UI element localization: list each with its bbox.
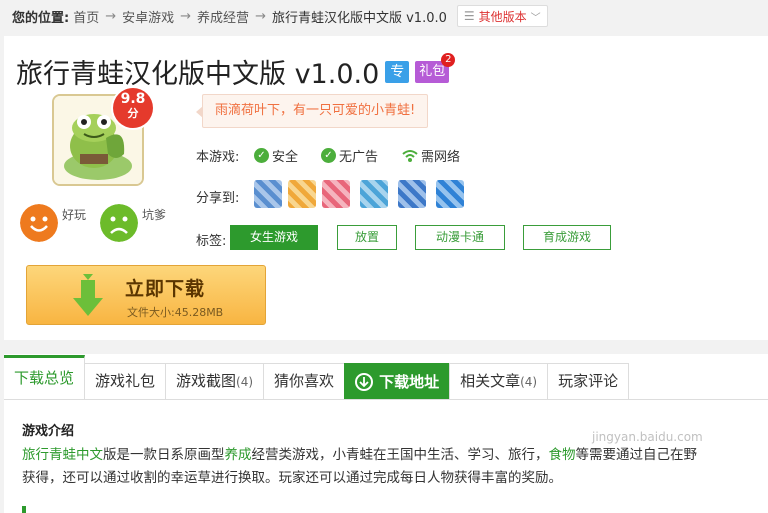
tab-recommend[interactable]: 猜你喜欢: [263, 363, 346, 399]
link-game-name[interactable]: 旅行青蛙中文: [22, 447, 103, 463]
breadcrumb-android-games[interactable]: 安卓游戏: [122, 7, 174, 26]
other-versions-button[interactable]: ☰ 其他版本 ﹀: [456, 5, 548, 27]
app-info-card: 旅行青蛙汉化版中文版 v1.0.0 专 礼包 2 9.8 分 好玩 坑爹 雨滴荷…: [4, 36, 768, 340]
feature-no-ads: ✓ 无广告: [321, 146, 378, 165]
check-icon: ✓: [321, 148, 336, 163]
share-label: 分享到:: [196, 191, 240, 206]
vote-bad[interactable]: 坑爹: [100, 204, 166, 242]
tab-screenshots-count: (4): [236, 375, 254, 389]
share-tencent-icon[interactable]: [360, 180, 388, 208]
tab-overview[interactable]: 下载总览: [4, 355, 86, 399]
intro-text-c: 等需要通过自己在野: [575, 447, 698, 463]
menu-icon: ☰: [463, 9, 475, 23]
vote-good[interactable]: 好玩: [20, 204, 86, 242]
link-raising[interactable]: 养成: [225, 447, 252, 463]
tab-recommend-label: 猜你喜欢: [274, 372, 335, 390]
vote-good-label: 好玩: [62, 208, 87, 222]
score-value: 9.8: [120, 91, 146, 107]
intro-text: 旅行青蛙中文版是一款日系原画型养成经营类游戏，小青蛙在王国中生活、学习、旅行，食…: [22, 444, 768, 490]
breadcrumb-arrow: →: [255, 8, 266, 24]
share-qzone-icon[interactable]: [254, 180, 282, 208]
score-badge: 9.8 分: [113, 88, 153, 128]
app-title-row: 旅行青蛙汉化版中文版 v1.0.0 专 礼包 2: [16, 52, 456, 91]
tab-related-articles[interactable]: 相关文章(4): [449, 363, 549, 399]
feature-network-label: 需网络: [421, 150, 461, 165]
exclusive-badge[interactable]: 专: [385, 60, 410, 83]
other-versions-label: 其他版本: [478, 9, 527, 24]
breadcrumb-arrow: →: [180, 8, 192, 24]
vote-bad-label: 坑爹: [142, 208, 167, 222]
download-button[interactable]: 立即下载 文件大小:45.28MB: [26, 265, 266, 325]
intro-text-b: 经营类游戏，小青蛙在王国中生活、学习、旅行，: [251, 447, 549, 463]
tag-idle[interactable]: 放置: [337, 225, 397, 250]
tab-comments-label: 玩家评论: [558, 372, 619, 390]
tag-girls-games[interactable]: 女生游戏: [230, 225, 318, 250]
intro-line-1: 旅行青蛙中文版是一款日系原画型养成经营类游戏，小青蛙在王国中生活、学习、旅行，食…: [22, 444, 768, 467]
breadcrumb: 您的位置: 首页 → 安卓游戏 → 养成经营 → 旅行青蛙汉化版中文版 v1.0…: [0, 0, 768, 32]
intro-line-2: 获得，还可以通过收割的幸运草进行换取。玩家还可以通过完成每日人物获得丰富的奖励。: [22, 470, 562, 486]
score-unit: 分: [127, 107, 139, 120]
feature-network: 需网络: [402, 146, 460, 165]
download-arrow-icon: [73, 274, 103, 316]
feature-safe: ✓ 安全: [254, 146, 298, 165]
breadcrumb-arrow: →: [105, 8, 117, 24]
section-marker: [22, 506, 26, 513]
gift-badge[interactable]: 礼包 2: [415, 52, 456, 83]
download-label: 立即下载: [125, 278, 206, 300]
wifi-icon: [402, 149, 418, 162]
tag-raising[interactable]: 育成游戏: [523, 225, 611, 250]
file-size: 文件大小:45.28MB: [127, 306, 224, 319]
tab-gifts-label: 游戏礼包: [95, 372, 156, 390]
share-more-icon[interactable]: [436, 180, 464, 208]
tab-bar: 下载总览 游戏礼包 游戏截图(4) 猜你喜欢 下载地址 相关文章(4) 玩家评论: [4, 354, 768, 400]
breadcrumb-home[interactable]: 首页: [73, 7, 99, 26]
share-renren-icon[interactable]: [398, 180, 426, 208]
tab-related-label: 相关文章: [460, 372, 521, 390]
tab-gifts[interactable]: 游戏礼包: [84, 363, 167, 399]
sad-face-icon: [100, 204, 138, 242]
page-title: 旅行青蛙汉化版中文版 v1.0.0: [16, 59, 380, 90]
watermark: jingyan.baidu.com: [592, 430, 703, 444]
chevron-down-icon: ﹀: [530, 12, 541, 24]
share-weibo-icon[interactable]: [322, 180, 350, 208]
features-label: 本游戏:: [196, 150, 240, 165]
tags-label: 标签:: [196, 234, 227, 249]
tab-overview-label: 下载总览: [14, 369, 75, 387]
intro-text-a: 版是一款日系原画型: [103, 447, 225, 463]
tab-comments[interactable]: 玩家评论: [547, 363, 630, 399]
gift-badge-label: 礼包: [419, 63, 446, 79]
gift-count: 2: [441, 52, 456, 67]
tab-screenshots-label: 游戏截图: [176, 372, 237, 390]
tab-related-count: (4): [520, 375, 538, 389]
breadcrumb-category[interactable]: 养成经营: [197, 7, 249, 26]
slogan-bubble: 雨滴荷叶下，有一只可爱的小青蛙!: [195, 94, 429, 128]
happy-face-icon: [20, 204, 58, 242]
feature-no-ads-label: 无广告: [339, 150, 379, 165]
intro-title: 游戏介绍: [22, 424, 75, 439]
tab-download-address-label: 下载地址: [379, 372, 440, 391]
tag-anime[interactable]: 动漫卡通: [415, 225, 505, 250]
tab-screenshots[interactable]: 游戏截图(4): [165, 363, 265, 399]
check-icon: ✓: [254, 148, 269, 163]
share-sina-icon[interactable]: [288, 180, 316, 208]
link-food[interactable]: 食物: [549, 447, 576, 463]
breadcrumb-label: 您的位置:: [12, 10, 70, 26]
feature-safe-label: 安全: [272, 150, 299, 165]
tab-download-address[interactable]: 下载地址: [344, 363, 451, 399]
download-circle-icon: [355, 372, 374, 391]
breadcrumb-current: 旅行青蛙汉化版中文版 v1.0.0: [271, 10, 447, 26]
